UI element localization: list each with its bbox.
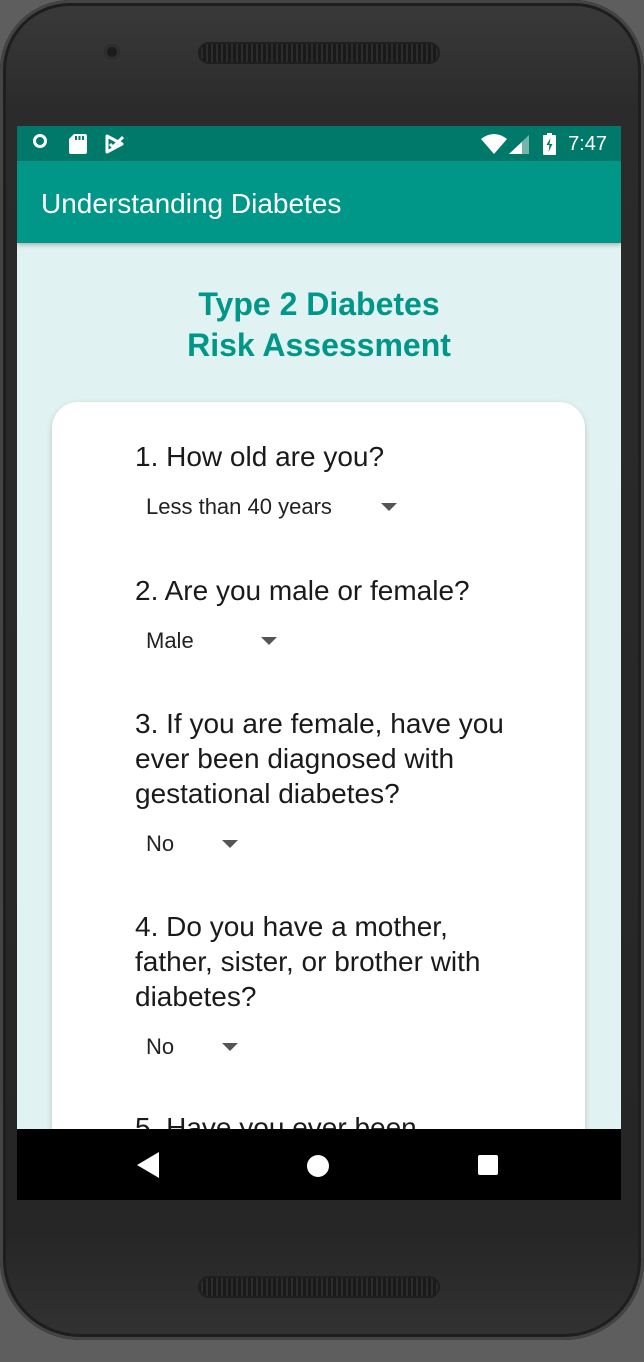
task-check-icon [105,134,125,154]
gestational-diabetes-dropdown[interactable]: No [146,829,251,859]
gender-dropdown-value: Male [146,628,194,653]
cell-signal-icon [509,135,529,154]
question-1-label: 1. How old are you? [135,441,385,472]
age-dropdown-value: Less than 40 years [146,494,332,519]
status-time: 7:47 [568,133,607,155]
sync-circle-icon [33,134,47,148]
top-speaker [198,42,440,64]
questionnaire-card: 1. How old are you? Less than 40 years 2… [52,402,585,1200]
app-bar: Understanding Diabetes [17,161,621,243]
gender-dropdown[interactable]: Male [146,626,291,656]
sd-card-icon [69,134,87,154]
device-frame: 7:47 Understanding Diabetes Type 2 Diabe… [0,0,644,1362]
status-bar: 7:47 [17,126,621,161]
page-title-line-1: Type 2 Diabetes [198,286,440,322]
navigation-bar [17,1129,621,1200]
bottom-speaker [198,1276,440,1298]
page-title-line-2: Risk Assessment [187,327,451,363]
phone-body: 7:47 Understanding Diabetes Type 2 Diabe… [0,0,644,1340]
front-camera [104,44,120,60]
family-history-dropdown-value: No [146,1034,175,1059]
gestational-diabetes-dropdown-value: No [146,831,175,856]
question-2-label: 2. Are you male or female? [135,575,470,606]
family-history-dropdown[interactable]: No [146,1032,251,1062]
screen: 7:47 Understanding Diabetes Type 2 Diabe… [17,126,621,1200]
home-icon[interactable] [307,1155,329,1177]
wifi-icon [481,134,507,154]
app-title: Understanding Diabetes [41,188,342,219]
question-3-label: 3. If you are female, have you ever been… [135,708,504,809]
page-title: Type 2 Diabetes Risk Assessment [17,284,621,366]
dropdown-arrow-icon [381,503,397,511]
dropdown-arrow-icon [222,840,238,848]
back-icon[interactable] [137,1152,159,1178]
question-4-label: 4. Do you have a mother, father, sister,… [135,911,481,1012]
age-dropdown[interactable]: Less than 40 years [146,492,411,522]
dropdown-arrow-icon [261,637,277,645]
recent-apps-icon[interactable] [478,1155,498,1175]
dropdown-arrow-icon [222,1043,238,1051]
battery-icon [543,133,556,155]
